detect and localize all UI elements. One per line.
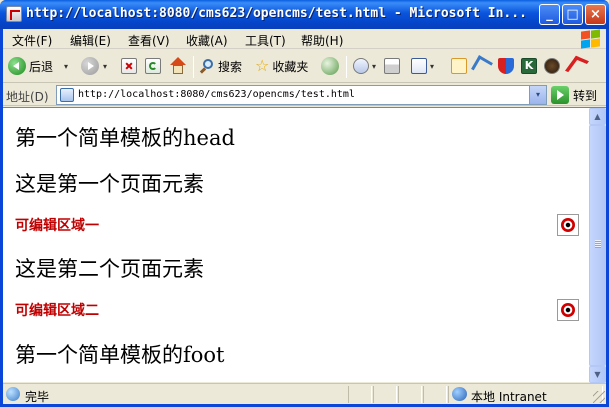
template-head: 第一个简单模板的head	[15, 126, 235, 150]
scroll-down-button[interactable]: ▼	[589, 366, 606, 383]
forward-dropdown[interactable]: ▾	[103, 55, 107, 77]
edit-region-1-button[interactable]	[557, 214, 579, 236]
page-icon	[60, 88, 74, 102]
address-url[interactable]: http://localhost:8080/cms623/opencms/tes…	[78, 89, 355, 100]
research-button[interactable]	[498, 55, 514, 77]
window-title: http://localhost:8080/cms623/opencms/tes…	[26, 6, 527, 21]
edit-button[interactable]: ▾	[411, 55, 434, 77]
zone-text: 本地 Intranet	[471, 390, 547, 404]
back-arrow-icon	[8, 57, 26, 75]
address-dropdown[interactable]: ▾	[529, 86, 546, 104]
print-icon	[384, 58, 400, 74]
target-icon	[561, 303, 575, 317]
mail-icon	[353, 58, 369, 74]
feather-icon	[471, 55, 493, 77]
intranet-globe-icon	[452, 387, 467, 401]
resize-grip-icon[interactable]	[593, 391, 605, 403]
address-field[interactable]: http://localhost:8080/cms623/opencms/tes…	[56, 85, 547, 105]
status-text: 完毕	[25, 390, 50, 404]
windows-logo-icon	[577, 29, 603, 49]
menu-edit[interactable]: 编辑(E)	[70, 32, 111, 49]
minimize-button[interactable]: _	[539, 4, 560, 25]
template-foot: 第一个简单模板的foot	[15, 343, 225, 367]
page-viewport: 第一个简单模板的head 这是第一个页面元素 可编辑区域一 这是第二个页面元素 …	[3, 107, 606, 383]
menu-bar: 文件(F) 编辑(E) 查看(V) 收藏(A) 工具(T) 帮助(H)	[3, 29, 606, 49]
home-button[interactable]	[169, 55, 187, 77]
back-dropdown[interactable]: ▾	[64, 55, 68, 77]
history-button[interactable]	[321, 55, 339, 77]
close-button[interactable]: ×	[585, 4, 606, 25]
go-label: 转到	[573, 88, 598, 103]
status-bar: 完毕 本地 Intranet	[3, 383, 606, 404]
search-button[interactable]: 搜索	[199, 55, 242, 77]
page-element-1: 这是第一个页面元素	[15, 172, 204, 196]
shield-icon	[498, 58, 514, 74]
edit-dropdown[interactable]: ▾	[430, 62, 434, 71]
star-icon: ☆	[255, 56, 270, 75]
addon-button[interactable]	[544, 55, 560, 77]
maximize-button[interactable]: □	[562, 4, 583, 25]
stop-icon	[121, 58, 137, 74]
mail-dropdown[interactable]: ▾	[372, 62, 376, 71]
scroll-up-button[interactable]: ▲	[589, 108, 606, 125]
menu-tools[interactable]: 工具(T)	[245, 32, 286, 49]
status-pane	[423, 386, 447, 403]
grip-icon	[595, 240, 601, 248]
title-bar[interactable]: http://localhost:8080/cms623/opencms/tes…	[0, 0, 609, 29]
bug-icon	[544, 58, 560, 74]
edit-region-2-button[interactable]	[557, 299, 579, 321]
print-button[interactable]	[384, 55, 400, 77]
toolbar-separator	[193, 56, 194, 78]
vertical-scrollbar[interactable]: ▲ ▼	[589, 108, 606, 383]
editable-region-1-label: 可编辑区域一	[15, 218, 99, 234]
address-bar: 地址(D) http://localhost:8080/cms623/openc…	[3, 84, 606, 106]
page-content: 第一个简单模板的head 这是第一个页面元素 可编辑区域一 这是第二个页面元素 …	[3, 108, 589, 383]
target-icon	[561, 218, 575, 232]
messenger-button[interactable]	[471, 55, 493, 77]
forward-button[interactable]	[81, 55, 99, 77]
menu-favorites[interactable]: 收藏(A)	[186, 32, 228, 49]
browser-window: http://localhost:8080/cms623/opencms/tes…	[0, 0, 609, 407]
status-pane	[348, 386, 372, 403]
editable-region-2-label: 可编辑区域二	[15, 303, 99, 319]
discuss-button[interactable]	[451, 55, 467, 77]
toolbar-separator	[346, 56, 347, 78]
history-icon	[321, 57, 339, 75]
forward-arrow-icon	[81, 57, 99, 75]
browser-client: 文件(F) 编辑(E) 查看(V) 收藏(A) 工具(T) 帮助(H) 后退 ▾	[3, 29, 606, 404]
back-label: 后退	[29, 59, 54, 74]
home-icon	[169, 57, 187, 75]
page-done-icon	[6, 387, 20, 401]
go-button[interactable]: 转到	[551, 85, 597, 105]
kaspersky-button[interactable]: K	[521, 55, 537, 77]
lightning-icon	[565, 55, 589, 77]
menu-view[interactable]: 查看(V)	[128, 32, 170, 49]
refresh-button[interactable]	[145, 55, 161, 77]
search-icon	[199, 58, 215, 74]
search-label: 搜索	[218, 59, 243, 74]
mail-button[interactable]: ▾	[353, 55, 376, 77]
menu-help[interactable]: 帮助(H)	[301, 32, 343, 49]
stop-button[interactable]	[121, 55, 137, 77]
address-label: 地址(D)	[6, 90, 49, 104]
status-pane	[373, 386, 397, 403]
flashget-button[interactable]	[565, 55, 589, 77]
status-pane	[398, 386, 422, 403]
word-edit-icon	[411, 58, 427, 74]
favorites-button[interactable]: ☆ 收藏夹	[255, 55, 308, 77]
go-arrow-icon	[551, 86, 569, 104]
back-button[interactable]: 后退	[8, 55, 53, 77]
ie-page-icon	[6, 6, 22, 22]
scroll-thumb[interactable]	[589, 125, 606, 366]
menu-file[interactable]: 文件(F)	[12, 32, 52, 49]
page-element-2: 这是第二个页面元素	[15, 257, 204, 281]
refresh-icon	[145, 58, 161, 74]
favorites-label: 收藏夹	[272, 59, 309, 74]
note-icon	[451, 58, 467, 74]
standard-toolbar: 后退 ▾ ▾ 搜索 ☆ 收藏夹 ▾ ▾ K	[3, 50, 606, 83]
k-icon: K	[521, 58, 537, 74]
